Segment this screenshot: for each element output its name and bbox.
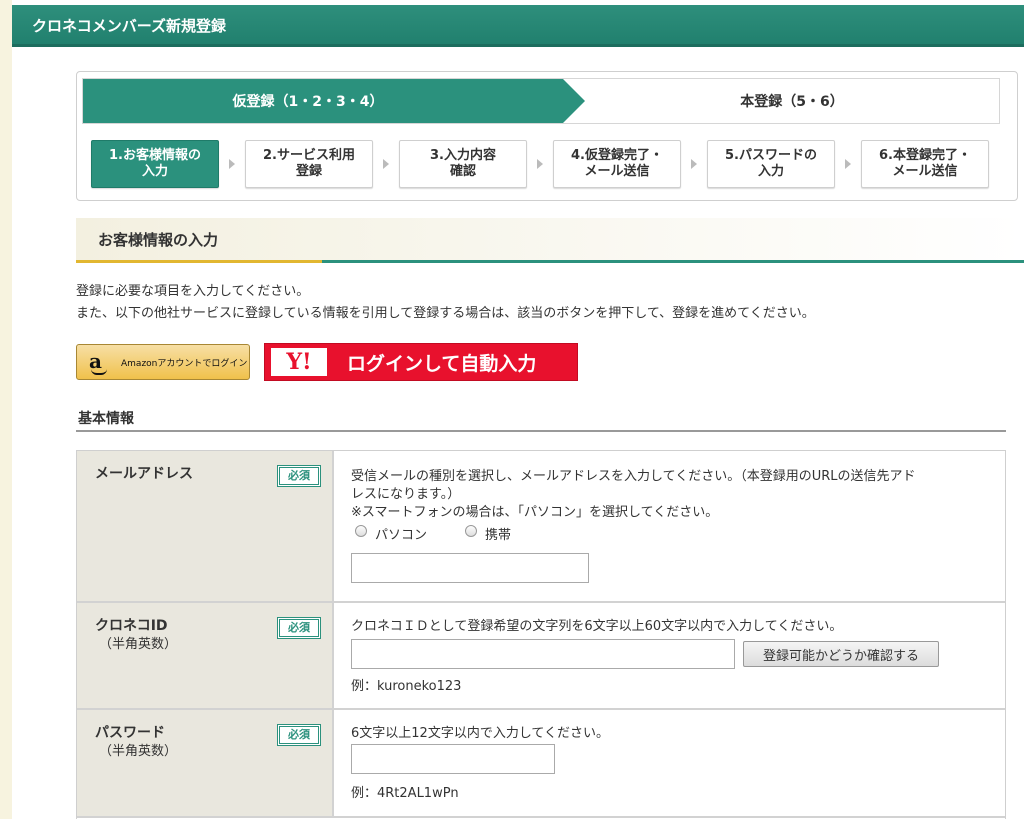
chevron-right-icon [383, 159, 389, 169]
page-header: クロネコメンバーズ新規登録 [12, 5, 1024, 47]
chevron-right-icon [229, 159, 235, 169]
chevron-right-icon [845, 159, 851, 169]
email-description: 受信メールの種別を選択し、メールアドレスを入力してください。（本登録用のURLの… [351, 469, 916, 484]
kuroneko-id-example: 例：kuroneko123 [351, 679, 462, 694]
radio-mobile[interactable] [465, 525, 477, 537]
section-underline [76, 260, 322, 263]
check-availability-button[interactable]: 登録可能かどうか確認する [743, 641, 939, 667]
kuroneko-id-row: クロネコID （半角英数） 必須 クロネコＩＤとして登録希望の文字列を6文字以上… [77, 603, 1005, 710]
step-list: 1.お客様情報の 入力 2.サービス利用 登録 3.入力内容 確認 4.仮登録完了・メ… [91, 140, 991, 190]
required-badge: 必須 [277, 724, 321, 746]
amazon-logo-icon: a [89, 351, 111, 375]
yahoo-logo-icon: Y! [271, 348, 327, 376]
yahoo-login-label: ログインして自動入力 [347, 352, 537, 375]
email-description: レスになります。） [351, 487, 461, 502]
step-4-provisional-complete: 4.仮登録完了・ メール送信 [553, 140, 681, 188]
kuroneko-id-input[interactable] [351, 639, 735, 669]
step-1-customer-info: 1.お客様情報の 入力 [91, 140, 219, 188]
yahoo-login-button[interactable]: Y! ログインして自動入力 [264, 343, 578, 381]
phase-bar: 仮登録（1・2・3・4） 本登録（5・6） [82, 78, 1000, 124]
required-badge: 必須 [277, 465, 321, 487]
email-content-cell: 受信メールの種別を選択し、メールアドレスを入力してください。（本登録用のURLの… [351, 451, 1005, 601]
amazon-login-label: Amazonアカウントでログイン [121, 358, 248, 369]
basic-info-title: 基本情報 [78, 411, 134, 427]
chevron-right-icon [691, 159, 697, 169]
password-row: パスワード （半角英数） 必須 6文字以上12文字以内で入力してください。 例：… [77, 710, 1005, 818]
radio-mobile-label: 携帯 [485, 528, 512, 543]
kuroneko-id-label-cell: クロネコID （半角英数） 必須 [77, 603, 334, 708]
step-3-confirm: 3.入力内容 確認 [399, 140, 527, 188]
kuroneko-id-sublabel: （半角英数） [99, 637, 178, 652]
amazon-login-button[interactable]: a Amazonアカウントでログイン [76, 344, 250, 380]
form-table: メールアドレス 必須 受信メールの種別を選択し、メールアドレスを入力してください… [76, 450, 1006, 819]
password-label: パスワード [95, 725, 165, 741]
progress-indicator: 仮登録（1・2・3・4） 本登録（5・6） 1.お客様情報の 入力 2.サービス利… [76, 71, 1018, 201]
step-5-password: 5.パスワードの 入力 [707, 140, 835, 188]
email-row: メールアドレス 必須 受信メールの種別を選択し、メールアドレスを入力してください… [77, 451, 1005, 603]
kuroneko-id-label: クロネコID [95, 618, 168, 634]
section-title: お客様情報の入力 [76, 218, 1024, 262]
required-badge: 必須 [277, 617, 321, 639]
email-label: メールアドレス [95, 466, 193, 482]
radio-pc[interactable] [355, 525, 367, 537]
phase-arrow-icon [563, 79, 585, 123]
step-2-service-registration: 2.サービス利用 登録 [245, 140, 373, 188]
email-input[interactable] [351, 553, 589, 583]
kuroneko-id-description: クロネコＩＤとして登録希望の文字列を6文字以上60文字以内で入力してください。 [351, 619, 843, 634]
intro-text: 登録に必要な項目を入力してください。 [76, 284, 310, 299]
password-label-cell: パスワード （半角英数） 必須 [77, 710, 334, 816]
radio-pc-label: パソコン [375, 528, 428, 543]
phase-provisional: 仮登録（1・2・3・4） [83, 79, 563, 123]
password-content-cell: 6文字以上12文字以内で入力してください。 例：4Rt2AL1wPn [351, 710, 1005, 816]
email-note: ※スマートフォンの場合は、「パソコン」を選択してください。 [351, 505, 719, 520]
kuroneko-id-content-cell: クロネコＩＤとして登録希望の文字列を6文字以上60文字以内で入力してください。 … [351, 603, 1005, 708]
intro-text: また、以下の他社サービスに登録している情報を引用して登録する場合は、該当のボタン… [76, 306, 815, 321]
divider [76, 430, 1006, 432]
page: クロネコメンバーズ新規登録 仮登録（1・2・3・4） 本登録（5・6） 1.お客… [12, 0, 1024, 819]
password-description: 6文字以上12文字以内で入力してください。 [351, 726, 610, 741]
page-title: クロネコメンバーズ新規登録 [32, 17, 226, 35]
password-input[interactable] [351, 744, 555, 774]
step-6-registration-complete: 6.本登録完了・ メール送信 [861, 140, 989, 188]
chevron-right-icon [537, 159, 543, 169]
email-label-cell: メールアドレス 必須 [77, 451, 334, 601]
password-example: 例：4Rt2AL1wPn [351, 786, 459, 801]
password-sublabel: （半角英数） [99, 744, 178, 759]
phase-main-registration: 本登録（5・6） [740, 94, 844, 110]
section-underline [322, 260, 1024, 263]
